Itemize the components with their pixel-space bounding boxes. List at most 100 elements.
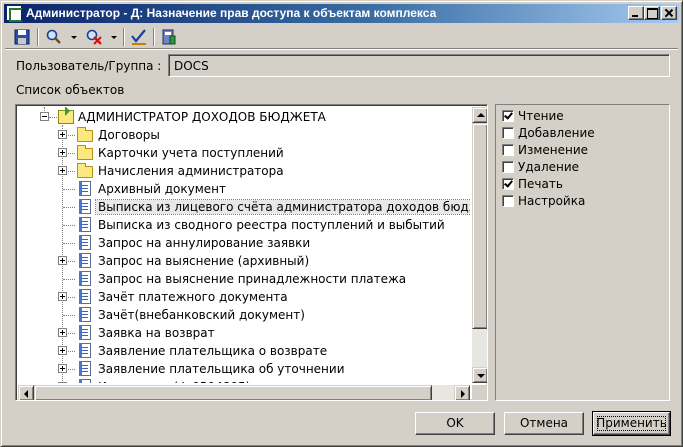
document-icon xyxy=(79,307,91,322)
toolbar-separator xyxy=(123,28,125,46)
expand-icon[interactable] xyxy=(58,346,67,355)
properties-icon xyxy=(162,29,176,45)
tree-item[interactable]: Карточки учета поступлений xyxy=(18,144,468,162)
user-group-label: Пользователь/Группа : xyxy=(16,59,162,73)
tree-item[interactable]: Заявление плательщика о возврате xyxy=(18,342,468,360)
find-dropdown-icon[interactable] xyxy=(71,36,77,39)
tree-item[interactable]: Выписка из лицевого счёта администратора… xyxy=(18,198,470,216)
app-icon xyxy=(6,5,23,22)
horizontal-scrollbar[interactable] xyxy=(18,385,470,400)
permission-label: Печать xyxy=(518,177,563,191)
tree-item-label: Зачёт платежного документа xyxy=(98,290,288,304)
horizontal-scroll-thumb[interactable] xyxy=(34,385,432,400)
tree-item[interactable]: Договоры xyxy=(18,126,468,144)
select-all-button[interactable] xyxy=(129,27,149,47)
expand-icon[interactable] xyxy=(58,292,67,301)
permission-option[interactable]: Чтение xyxy=(502,108,662,124)
find-button[interactable] xyxy=(43,27,79,47)
permission-label: Добавление xyxy=(518,126,595,140)
scroll-right-button[interactable] xyxy=(454,385,470,400)
ok-button[interactable]: OK xyxy=(415,412,495,435)
vertical-scroll-thumb[interactable] xyxy=(472,123,487,329)
tree-item-label: Начисления администратора xyxy=(98,164,284,178)
tree-view[interactable]: АДМИНИСТРАТОР ДОХОДОВ БЮДЖЕТА Договоры Ка… xyxy=(18,107,470,383)
permission-option[interactable]: Настройка xyxy=(502,193,662,209)
apply-button[interactable]: Применить xyxy=(592,411,671,436)
folder-icon xyxy=(77,145,93,160)
collapse-icon[interactable] xyxy=(40,112,49,121)
title-bar[interactable]: Администратор - Д: Назначение прав досту… xyxy=(4,4,679,23)
user-group-field[interactable]: DOCS xyxy=(168,54,670,77)
tree-item[interactable]: Зачёт(внебанковский документ) xyxy=(18,306,468,324)
tree-item[interactable]: Начисления администратора xyxy=(18,162,468,180)
permission-checkbox[interactable] xyxy=(502,127,514,139)
expand-icon[interactable] xyxy=(58,382,67,383)
clear-filter-dropdown-icon[interactable] xyxy=(111,36,117,39)
window-title: Администратор - Д: Назначение прав досту… xyxy=(26,6,437,20)
tree-item[interactable]: Запрос на аннулирование заявки xyxy=(18,234,468,252)
folder-icon xyxy=(77,163,93,178)
tree-item[interactable]: Заявка на возврат xyxy=(18,324,468,342)
dialog-window: Администратор - Д: Назначение прав досту… xyxy=(0,0,683,447)
apply-button-label: Применить xyxy=(594,413,669,434)
tree-item[interactable]: Извещение (Ф.0504805) xyxy=(18,378,468,383)
permission-label: Удаление xyxy=(518,160,580,174)
expand-icon[interactable] xyxy=(58,256,67,265)
expand-icon[interactable] xyxy=(58,130,67,139)
permission-option[interactable]: Изменение xyxy=(502,142,662,158)
tree-item-label: Запрос на аннулирование заявки xyxy=(98,236,311,250)
expand-icon[interactable] xyxy=(58,364,67,373)
permission-label: Чтение xyxy=(518,109,564,123)
permission-option[interactable]: Добавление xyxy=(502,125,662,141)
tree-item-label: Запрос на выяснение принадлежности плате… xyxy=(98,272,407,286)
expand-icon[interactable] xyxy=(58,166,67,175)
document-icon xyxy=(79,271,91,286)
scroll-left-button[interactable] xyxy=(18,385,34,400)
tree-item[interactable]: Заявление плательщика об уточнении xyxy=(18,360,468,378)
tree-item[interactable]: Архивный документ xyxy=(18,180,468,198)
toolbar xyxy=(5,25,678,49)
arrow-down-icon xyxy=(477,374,485,378)
permission-checkbox[interactable] xyxy=(502,161,514,173)
tree-item[interactable]: Запрос на выяснение принадлежности плате… xyxy=(18,270,468,288)
tree-root-node[interactable]: АДМИНИСТРАТОР ДОХОДОВ БЮДЖЕТА xyxy=(18,107,468,126)
expand-icon[interactable] xyxy=(58,148,67,157)
properties-button[interactable] xyxy=(159,27,179,47)
document-icon xyxy=(79,199,91,214)
vertical-scrollbar[interactable] xyxy=(472,107,487,383)
tree-item-label: Заявление плательщика об уточнении xyxy=(98,362,345,376)
clear-filter-button[interactable] xyxy=(83,27,119,47)
tree-connector xyxy=(63,225,75,226)
tree-item[interactable]: Запрос на выяснение (архивный) xyxy=(18,252,468,270)
maximize-button[interactable] xyxy=(644,6,660,20)
permission-option[interactable]: Печать xyxy=(502,176,662,192)
save-button[interactable] xyxy=(12,27,32,47)
tree-item-label: Зачёт(внебанковский документ) xyxy=(98,308,305,322)
tree-root-label: АДМИНИСТРАТОР ДОХОДОВ БЮДЖЕТА xyxy=(78,110,326,124)
tree-connector xyxy=(63,243,75,244)
expand-icon[interactable] xyxy=(58,328,67,337)
object-list-label: Список объектов xyxy=(16,83,125,97)
permission-checkbox[interactable] xyxy=(502,110,514,122)
toolbar-separator xyxy=(153,28,155,46)
toolbar-separator xyxy=(37,28,39,46)
cancel-button[interactable]: Отмена xyxy=(504,412,584,435)
minimize-button[interactable] xyxy=(628,6,644,20)
scroll-up-button[interactable] xyxy=(472,107,487,123)
object-tree[interactable]: АДМИНИСТРАТОР ДОХОДОВ БЮДЖЕТА Договоры Ка… xyxy=(15,104,488,401)
permission-checkbox[interactable] xyxy=(502,144,514,156)
close-button[interactable] xyxy=(661,6,677,20)
document-icon xyxy=(79,253,91,268)
tree-item-label: Выписка из лицевого счёта администратора… xyxy=(94,199,470,215)
permission-label: Изменение xyxy=(518,143,589,157)
select-all-icon xyxy=(131,29,146,45)
permission-option[interactable]: Удаление xyxy=(502,159,662,175)
permission-checkbox[interactable] xyxy=(502,195,514,207)
scroll-down-button[interactable] xyxy=(472,367,487,383)
tree-item[interactable]: Зачёт платежного документа xyxy=(18,288,468,306)
clear-filter-icon xyxy=(86,29,102,45)
permission-checkbox[interactable] xyxy=(502,178,514,190)
tree-item[interactable]: Выписка из сводного реестра поступлений … xyxy=(18,216,468,234)
find-icon xyxy=(46,29,61,44)
document-icon xyxy=(79,343,91,358)
